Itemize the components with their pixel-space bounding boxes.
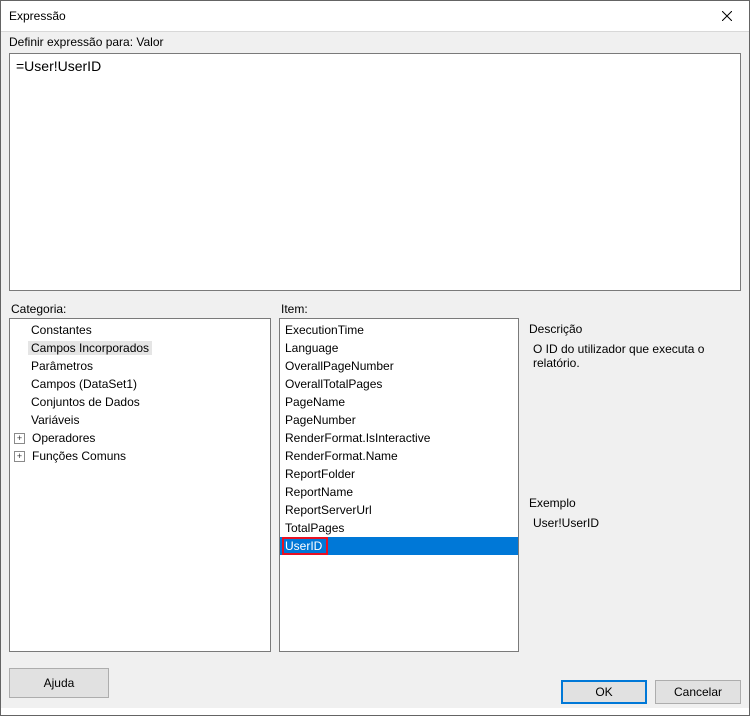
exemplo-label: Exemplo	[527, 492, 741, 516]
categoria-item-label: Constantes	[28, 323, 95, 337]
titlebar: Expressão	[1, 1, 749, 31]
item-list-item[interactable]: PageNumber	[280, 411, 518, 429]
close-button[interactable]	[704, 1, 749, 31]
subheader-label: Definir expressão para: Valor	[1, 31, 749, 53]
categoria-item-label: Campos (DataSet1)	[28, 377, 140, 391]
categoria-item[interactable]: Variáveis	[10, 411, 270, 429]
categoria-item[interactable]: Parâmetros	[10, 357, 270, 375]
categoria-item-label: Funções Comuns	[29, 449, 129, 463]
item-list-item[interactable]: ReportName	[280, 483, 518, 501]
plus-icon[interactable]: +	[14, 451, 25, 462]
item-list-item[interactable]: RenderFormat.IsInteractive	[280, 429, 518, 447]
categoria-item[interactable]: + Funções Comuns	[10, 447, 270, 465]
categoria-label: Categoria:	[9, 300, 271, 318]
item-list-item[interactable]: ReportFolder	[280, 465, 518, 483]
tree-connector	[14, 321, 28, 339]
item-list-item[interactable]: UserID	[280, 537, 518, 555]
close-icon	[722, 11, 732, 21]
window-title: Expressão	[9, 9, 66, 23]
categoria-item[interactable]: Campos Incorporados	[10, 339, 270, 357]
descricao-label: Descrição	[527, 318, 741, 342]
expression-input[interactable]	[9, 53, 741, 291]
item-list[interactable]: ExecutionTimeLanguageOverallPageNumberOv…	[279, 318, 519, 652]
categoria-item[interactable]: Campos (DataSet1)	[10, 375, 270, 393]
cancel-button[interactable]: Cancelar	[655, 680, 741, 704]
descricao-text: O ID do utilizador que executa o relatór…	[527, 342, 741, 378]
exemplo-group: Exemplo User!UserID	[527, 492, 741, 652]
item-list-item[interactable]: ReportServerUrl	[280, 501, 518, 519]
item-label: Item:	[279, 300, 519, 318]
categoria-item-label: Parâmetros	[28, 359, 96, 373]
tree-connector	[14, 357, 28, 375]
tree-connector	[14, 411, 28, 429]
item-list-item[interactable]: Language	[280, 339, 518, 357]
categoria-item[interactable]: + Operadores	[10, 429, 270, 447]
tree-connector	[14, 393, 28, 411]
descricao-group: Descrição O ID do utilizador que executa…	[527, 318, 741, 492]
exemplo-text: User!UserID	[527, 516, 741, 540]
categoria-item[interactable]: Conjuntos de Dados	[10, 393, 270, 411]
categoria-item-label: Operadores	[29, 431, 98, 445]
item-list-item[interactable]: OverallPageNumber	[280, 357, 518, 375]
categoria-tree[interactable]: Constantes Campos Incorporados Parâmetros C…	[9, 318, 271, 652]
item-list-item[interactable]: ExecutionTime	[280, 321, 518, 339]
categoria-item-label: Variáveis	[28, 413, 82, 427]
categoria-item-label: Campos Incorporados	[28, 341, 152, 355]
item-list-item[interactable]: OverallTotalPages	[280, 375, 518, 393]
item-list-item[interactable]: RenderFormat.Name	[280, 447, 518, 465]
tree-connector	[14, 339, 28, 357]
tree-connector	[14, 375, 28, 393]
ok-button[interactable]: OK	[561, 680, 647, 704]
categoria-item[interactable]: Constantes	[10, 321, 270, 339]
categoria-item-label: Conjuntos de Dados	[28, 395, 143, 409]
highlight-box	[282, 537, 328, 555]
item-list-item[interactable]: TotalPages	[280, 519, 518, 537]
plus-icon[interactable]: +	[14, 433, 25, 444]
item-list-item[interactable]: PageName	[280, 393, 518, 411]
help-button[interactable]: Ajuda	[9, 668, 109, 698]
